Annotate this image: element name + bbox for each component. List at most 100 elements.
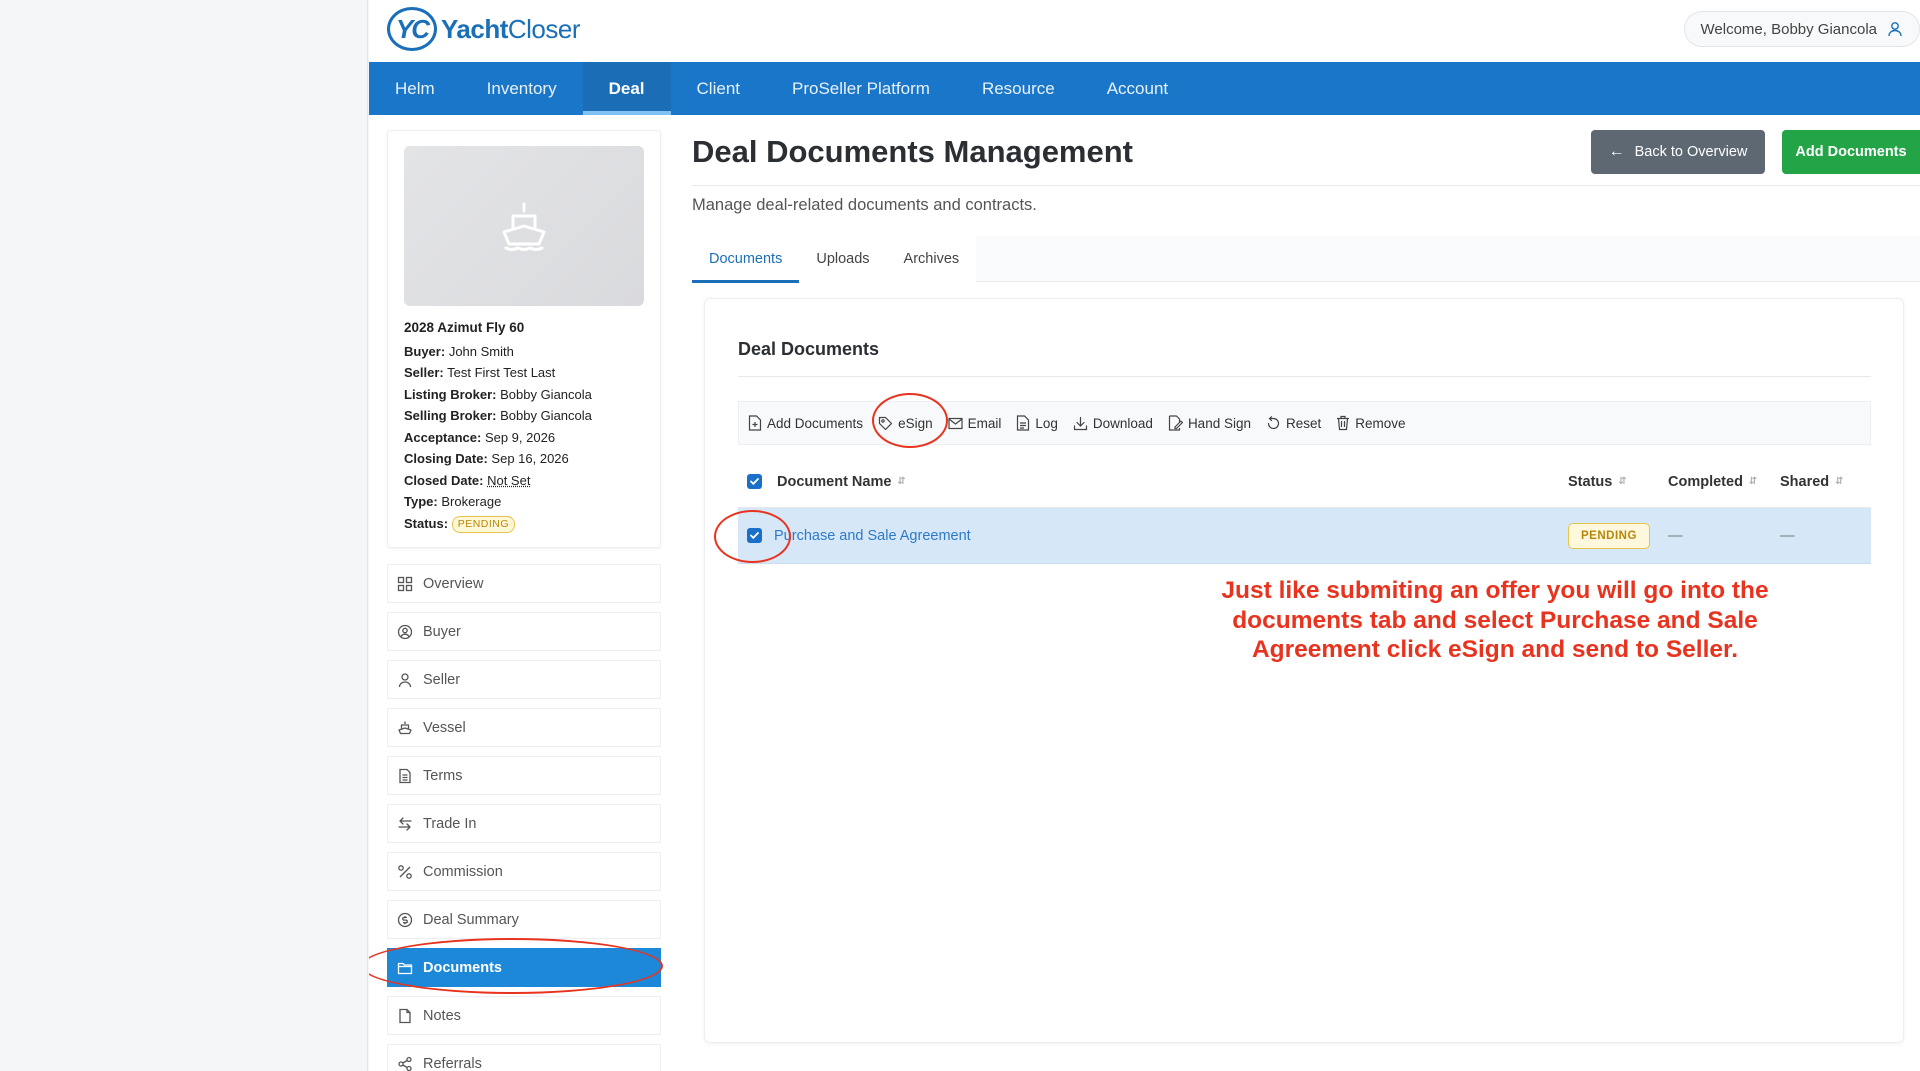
nav-account[interactable]: Account [1081,62,1194,115]
nav-deal[interactable]: Deal [582,62,671,115]
column-header-document-name[interactable]: Document Name [777,474,891,490]
logo-mark: YC [387,7,437,51]
dollar-circle-icon [397,912,413,927]
user-icon [1888,22,1902,37]
back-button-label: Back to Overview [1634,144,1748,160]
row-name-cell: Purchase and Sale Agreement [738,528,1568,544]
table-header: Document Name ⇵ Status ⇵ Completed ⇵ Sha… [738,456,1871,508]
deal-label: Selling Broker: [404,408,497,423]
user-icon [398,672,412,687]
side-menu-label: Deal Summary [423,911,519,928]
nav-inventory[interactable]: Inventory [461,62,583,115]
column-header-completed[interactable]: Completed [1668,474,1743,490]
toolbar-reset-button[interactable]: Reset [1266,416,1321,431]
side-menu-seller[interactable]: Seller [387,660,661,699]
select-all-checkbox[interactable] [747,474,762,489]
documents-tabs: Documents Uploads Archives [692,236,1920,283]
side-menu-trade-in[interactable]: Trade In [387,804,661,843]
deal-value: Bobby Giancola [500,408,592,423]
deal-row-closed-date: Closed Date: Not Set [404,470,654,492]
tab-archives[interactable]: Archives [886,236,977,282]
side-menu-deal-summary[interactable]: Deal Summary [387,900,661,939]
welcome-user-button[interactable]: Welcome, Bobby Giancola [1683,11,1920,47]
deal-label: Acceptance: [404,429,482,445]
header-status-cell: Status ⇵ [1568,474,1668,490]
check-icon [750,478,759,486]
toolbar-email-button[interactable]: Email [947,415,1002,431]
side-menu-documents[interactable]: Documents [387,948,661,987]
add-documents-button[interactable]: Add Documents [1782,130,1920,174]
side-menu-label: Overview [423,575,484,592]
logo-text-light: Closer [507,13,581,44]
side-menu-vessel[interactable]: Vessel [387,708,661,747]
side-menu-terms[interactable]: Terms [387,756,661,795]
deal-row-closing-date: Closing Date: Sep 16, 2026 [404,448,654,470]
nav-proseller-platform[interactable]: ProSeller Platform [766,62,956,115]
toolbar-log-button[interactable]: Log [1016,415,1058,431]
deal-value: Sep 16, 2026 [491,451,569,466]
toolbar-label: Reset [1285,415,1322,431]
arrow-left-icon: ← [1608,143,1625,160]
status-badge: PENDING [451,515,516,533]
toolbar-label: Hand Sign [1187,415,1251,431]
note-icon [399,1008,411,1023]
sort-icon[interactable]: ⇵ [1749,476,1757,487]
deal-value: John Smith [448,343,514,359]
toolbar-remove-button[interactable]: Remove [1336,415,1406,431]
row-checkbox[interactable] [747,528,762,543]
header-name-cell: Document Name ⇵ [738,474,1568,490]
toolbar-label: Email [967,415,1002,431]
document-name-link[interactable]: Purchase and Sale Agreement [774,528,971,544]
top-header: YC YachtCloser Welcome, Bobby Giancola [369,0,1920,62]
side-menu-buyer[interactable]: Buyer [387,612,661,651]
tab-uploads[interactable]: Uploads [799,236,887,282]
back-to-overview-button[interactable]: ← Back to Overview [1591,130,1765,174]
yachtcloser-logo[interactable]: YC YachtCloser [387,6,581,52]
sort-icon[interactable]: ⇵ [1835,476,1843,487]
column-header-status[interactable]: Status [1568,474,1612,490]
log-icon [1017,415,1030,431]
side-menu-label: Seller [423,671,461,688]
side-menu-commission[interactable]: Commission [387,852,661,891]
share-icon [398,1056,412,1071]
toolbar-label: Download [1092,415,1153,431]
deal-row-listing-broker: Listing Broker: Bobby Giancola [404,384,654,406]
deal-label: Type: [404,494,438,509]
title-divider [692,185,1920,186]
deal-value: Not Set [487,472,531,488]
table-row[interactable]: Purchase and Sale Agreement PENDING — — [738,508,1871,564]
ship-icon [398,721,412,734]
toolbar-add-documents-button[interactable]: Add Documents [748,415,863,431]
grid-icon [397,576,413,591]
toolbar-download-button[interactable]: Download [1073,416,1153,431]
deal-label: Listing Broker: [404,386,497,402]
deal-value: Test First Test Last [447,365,556,380]
page-title: Deal Documents Management [692,134,1133,169]
toolbar-esign-button[interactable]: eSign [878,416,933,431]
deal-row-buyer: Buyer: John Smith [404,341,654,363]
sort-icon[interactable]: ⇵ [1618,476,1626,487]
documents-table: Document Name ⇵ Status ⇵ Completed ⇵ Sha… [738,456,1871,564]
toolbar-hand-sign-button[interactable]: Hand Sign [1168,415,1251,431]
check-icon [750,532,759,540]
deal-side-menu: Overview Buyer Seller Vessel Terms Trade… [387,564,661,1071]
nav-resource[interactable]: Resource [956,62,1081,115]
download-icon [1073,416,1087,430]
side-menu-referrals[interactable]: Referrals [387,1044,661,1071]
documents-toolbar: Add Documents eSign Email Log Download H… [738,401,1871,445]
nav-helm[interactable]: Helm [369,62,461,115]
deal-row-type: Type: Brokerage [404,491,654,513]
deal-value: Sep 9, 2026 [484,429,556,445]
nav-client[interactable]: Client [671,62,766,115]
deal-value: Brokerage [441,494,502,509]
toolbar-label: Log [1035,415,1058,431]
sort-icon[interactable]: ⇵ [897,476,905,487]
side-menu-notes[interactable]: Notes [387,996,661,1035]
ship-icon [502,202,546,251]
toolbar-label: eSign [898,415,933,431]
deal-label: Seller: [404,365,444,380]
side-menu-overview[interactable]: Overview [387,564,661,603]
tab-documents[interactable]: Documents [692,236,800,283]
column-header-shared[interactable]: Shared [1780,474,1829,490]
deal-title: 2028 Azimut Fly 60 [404,320,525,335]
